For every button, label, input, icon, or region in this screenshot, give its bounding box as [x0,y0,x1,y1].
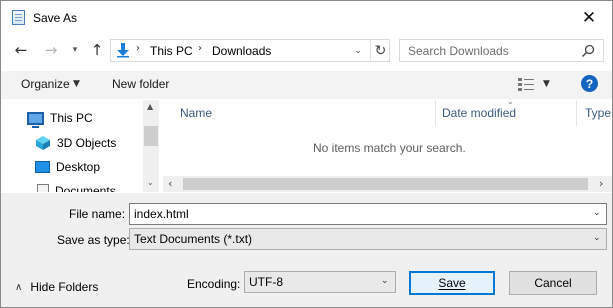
chevron-down-icon[interactable]: ⌄ [593,233,601,243]
save-as-type-select[interactable]: Text Documents (*.txt) ⌄ [129,228,607,250]
chevron-down-icon[interactable]: ▼ [73,79,80,89]
sort-chevron-icon: ⌄ [507,97,514,106]
search-placeholder: Search Downloads [408,44,509,58]
help-icon[interactable]: ? [581,75,598,92]
dialog-title: Save As [33,11,78,25]
computer-icon [27,111,44,128]
3d-objects-icon [36,136,50,150]
save-as-type-label: Save as type: [57,233,130,247]
address-bar[interactable]: › This PC › Downloads ⌄ ↻ [110,39,390,62]
tree-item-3d-objects[interactable]: 3D Objects [35,133,116,153]
file-name-value: index.html [134,207,189,221]
column-header-type[interactable]: Type [585,106,611,120]
breadcrumb-separator-icon[interactable]: › [136,43,140,54]
file-list: Name ⌄ Date modified Type No items match… [163,97,612,192]
breadcrumb-downloads[interactable]: Downloads [212,44,271,58]
close-icon[interactable]: ✕ [569,5,609,31]
view-options-icon[interactable] [518,78,534,91]
encoding-value: UTF-8 [249,275,283,289]
column-divider[interactable] [435,100,436,126]
file-name-input[interactable]: index.html ⌄ [129,203,607,225]
desktop-icon [35,161,50,173]
file-list-horizontal-scrollbar[interactable]: ‹ › [163,176,612,192]
hide-folders-label: Hide Folders [30,280,99,294]
save-as-dialog: Save As ✕ ← → ▾ ↑ › This PC › Downloads … [0,0,613,308]
navigation-bar: ← → ▾ ↑ › This PC › Downloads ⌄ ↻ Search… [1,36,612,66]
tree-item-label: Desktop [56,160,101,174]
file-name-label: File name: [69,207,126,221]
new-folder-button[interactable]: New folder [112,77,169,91]
encoding-label: Encoding: [187,277,241,291]
refresh-icon[interactable]: ↻ [370,40,390,61]
cancel-button-label: Cancel [534,276,572,290]
tree-item-label: 3D Objects [57,136,117,150]
address-dropdown-icon[interactable]: ⌄ [351,43,365,59]
forward-arrow-icon[interactable]: → [41,39,61,61]
tree-item-documents[interactable]: Documents [37,181,116,192]
column-header-name[interactable]: Name [180,106,212,120]
save-as-type-value: Text Documents (*.txt) [134,232,253,246]
command-bar: Organize ▼ New folder ▼ ? [1,71,612,99]
scrollbar-thumb[interactable] [144,126,158,146]
back-arrow-icon[interactable]: ← [11,39,31,61]
scroll-down-icon[interactable]: ⌄ [147,178,154,187]
scroll-left-icon[interactable]: ‹ [168,177,172,190]
search-box[interactable]: Search Downloads [399,39,604,62]
cancel-button[interactable]: Cancel [509,271,597,295]
tree-item-label: Documents [55,184,116,192]
tree-item-this-pc[interactable]: This PC [27,108,93,128]
tree-item-label: This PC [50,111,93,125]
up-arrow-icon[interactable]: ↑ [87,39,107,61]
tree-item-desktop[interactable]: Desktop [35,157,100,177]
documents-icon [37,184,49,192]
title-bar: Save As ✕ [1,1,612,35]
downloads-icon [117,43,129,58]
column-header-date-modified[interactable]: Date modified [442,106,516,120]
empty-list-message: No items match your search. [313,141,466,155]
navigation-pane-scrollbar[interactable]: ▲ ⌄ [143,100,159,192]
organize-button[interactable]: Organize [21,77,70,91]
save-button[interactable]: Save [409,271,495,295]
save-button-label: Save [438,276,466,290]
navigation-pane: This PC 3D Objects Desktop Documents [1,100,159,192]
recent-locations-icon[interactable]: ▾ [65,39,85,61]
chevron-up-icon: ∧ [15,281,23,293]
search-icon[interactable] [580,43,596,59]
notepad-icon [12,10,25,25]
chevron-down-icon[interactable]: ⌄ [381,276,389,286]
breadcrumb-this-pc[interactable]: This PC [150,44,193,58]
chevron-down-icon[interactable]: ▼ [543,79,550,89]
hide-folders-toggle[interactable]: ∧ Hide Folders [15,279,98,295]
scroll-right-icon[interactable]: › [599,177,603,190]
chevron-down-icon[interactable]: ⌄ [593,208,601,218]
save-options-panel: File name: index.html ⌄ Save as type: Te… [1,193,612,307]
breadcrumb-separator-icon[interactable]: › [198,43,202,54]
encoding-select[interactable]: UTF-8 ⌄ [244,271,396,293]
scroll-up-icon[interactable]: ▲ [147,102,153,111]
column-divider[interactable] [576,100,577,126]
scrollbar-thumb[interactable] [183,178,588,190]
